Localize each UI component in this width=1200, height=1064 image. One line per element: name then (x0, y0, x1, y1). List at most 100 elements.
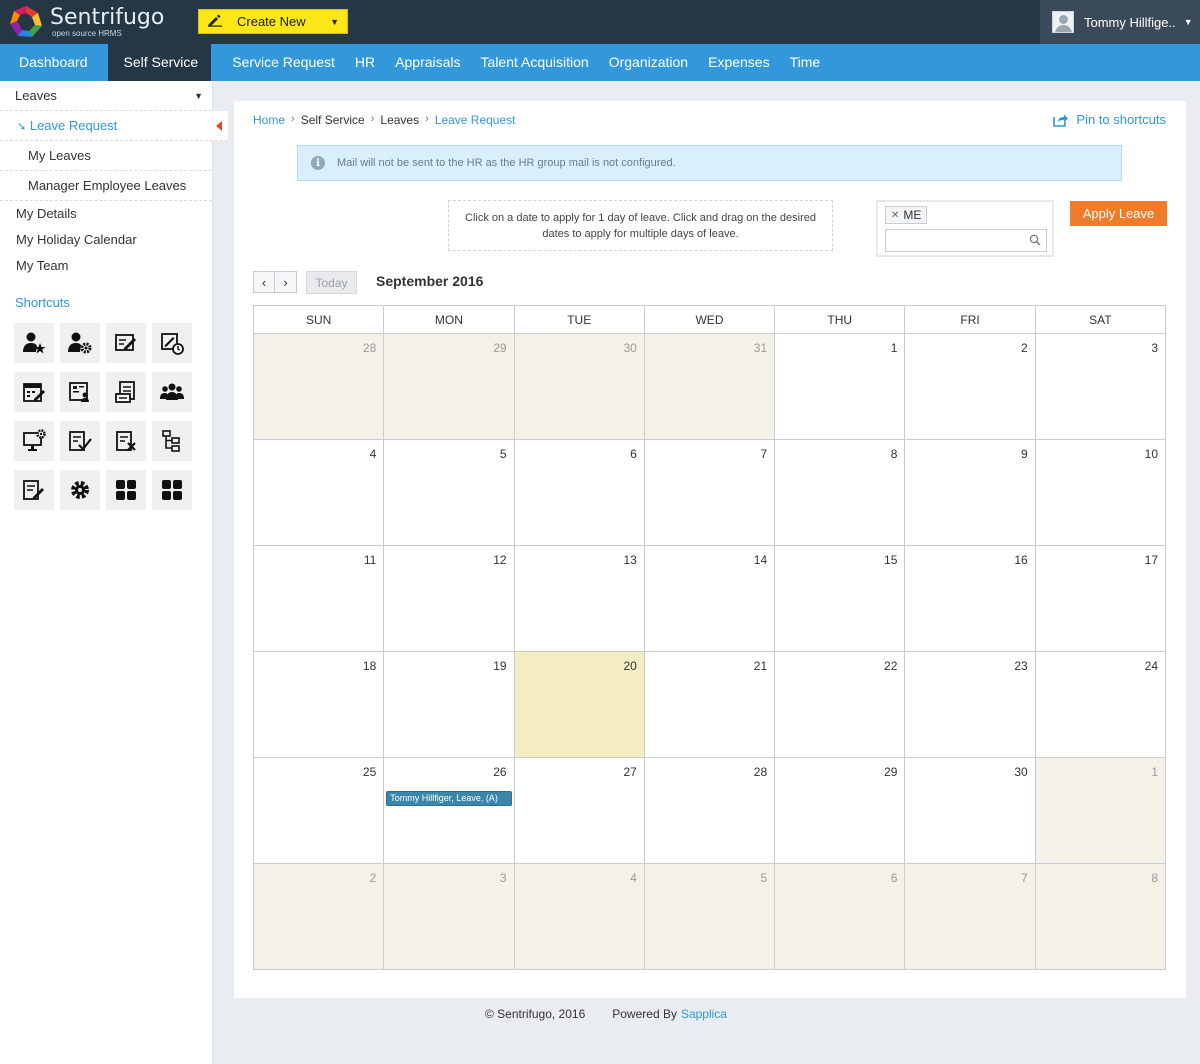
sidebar-item-my-details[interactable]: My Details (0, 201, 212, 227)
calendar-day-cell[interactable]: 29 (774, 757, 906, 864)
calendar-day-cell[interactable]: 30 (513, 333, 645, 440)
calendar-day-cell[interactable]: 9 (904, 439, 1036, 546)
today-button[interactable]: Today (306, 271, 357, 294)
calendar-day-cell[interactable]: 28 (252, 333, 385, 440)
day-number: 8 (890, 447, 898, 461)
sidebar-item-my-team[interactable]: My Team (0, 253, 212, 279)
calendar-day-cell[interactable]: 28 (643, 757, 776, 864)
weekday-header: THU (774, 305, 906, 334)
calendar-day-cell[interactable]: 26 Tommy Hillfiger, Leave, (A) (383, 757, 515, 864)
logo-icon (10, 6, 42, 37)
calendar-day-cell[interactable]: 3 (1034, 333, 1167, 440)
calendar-day-cell[interactable]: 6 (513, 439, 645, 546)
weekday-header: FRI (904, 305, 1036, 334)
nav-self-service[interactable]: Self Service (107, 44, 212, 81)
calendar-day-cell[interactable]: 5 (383, 439, 515, 546)
calendar-day-cell[interactable]: 20 (513, 651, 645, 758)
sidebar-section-leaves[interactable]: Leaves ▼ (0, 81, 212, 111)
nav-talent-acquisition[interactable]: Talent Acquisition (471, 44, 599, 81)
calendar-day-cell[interactable]: 29 (383, 333, 515, 440)
shortcut-button[interactable] (106, 470, 146, 510)
shortcut-button[interactable] (152, 372, 192, 412)
breadcrumb-leaves[interactable]: Leaves (380, 113, 419, 127)
calendar-day-cell[interactable]: 7 (643, 439, 776, 546)
calendar-day-cell[interactable]: 4 (513, 863, 645, 970)
breadcrumb-home[interactable]: Home (253, 113, 285, 127)
calendar-day-cell[interactable]: 13 (513, 545, 645, 652)
shortcut-button[interactable] (106, 323, 146, 363)
pin-to-shortcuts-link[interactable]: Pin to shortcuts (1053, 112, 1166, 127)
top-bar: Sentrifugo open source HRMS Create New ▼… (0, 0, 1200, 44)
calendar-day-cell[interactable]: 14 (643, 545, 776, 652)
calendar-day-cell[interactable]: 27 (513, 757, 645, 864)
nav-service-request[interactable]: Service Request (211, 44, 345, 81)
calendar-day-cell[interactable]: 7 (904, 863, 1036, 970)
shortcut-button[interactable] (152, 323, 192, 363)
calendar-day-cell[interactable]: 2 (252, 863, 385, 970)
calendar-day-cell[interactable]: 12 (383, 545, 515, 652)
calendar-day-cell[interactable]: 8 (1034, 863, 1167, 970)
leave-event[interactable]: Tommy Hillfiger, Leave, (A) (386, 791, 512, 806)
nav-hr[interactable]: HR (345, 44, 385, 81)
remove-tag-icon[interactable]: ✕ (891, 210, 899, 221)
apply-leave-button[interactable]: Apply Leave (1070, 201, 1167, 226)
calendar-day-cell[interactable]: 18 (252, 651, 385, 758)
shortcut-button[interactable] (152, 421, 192, 461)
sidebar-item-my-leaves[interactable]: My Leaves (0, 141, 212, 171)
nav-time[interactable]: Time (780, 44, 831, 81)
create-new-button[interactable]: Create New ▼ (198, 9, 348, 34)
calendar-day-cell[interactable]: 1 (1034, 757, 1167, 864)
breadcrumb-current: Leave Request (434, 113, 516, 127)
shortcut-button[interactable] (152, 470, 192, 510)
calendar-day-cell[interactable]: 3 (383, 863, 515, 970)
shortcut-button[interactable] (14, 323, 54, 363)
weekday-header: WED (643, 305, 776, 334)
shortcut-button[interactable] (60, 470, 100, 510)
sidebar-item-manager-employee-leaves[interactable]: Manager Employee Leaves (0, 171, 212, 201)
shortcut-button[interactable] (60, 323, 100, 363)
calendar-day-cell[interactable]: 8 (774, 439, 906, 546)
calendar-day-cell[interactable]: 30 (904, 757, 1036, 864)
shortcut-button[interactable] (14, 421, 54, 461)
prev-month-button[interactable]: ‹ (253, 271, 275, 293)
next-month-button[interactable]: › (275, 271, 297, 293)
nav-appraisals[interactable]: Appraisals (385, 44, 470, 81)
day-number: 5 (760, 871, 768, 885)
calendar-day-cell[interactable]: 21 (643, 651, 776, 758)
calendar-day-cell[interactable]: 1 (774, 333, 906, 440)
nav-organization[interactable]: Organization (599, 44, 698, 81)
nav-dashboard[interactable]: Dashboard (0, 44, 108, 81)
calendar-day-cell[interactable]: 22 (774, 651, 906, 758)
grid-icon (162, 480, 182, 500)
calendar-week-row: 4 5 6 7 8 9 10 (252, 439, 1167, 546)
shortcut-button[interactable] (60, 372, 100, 412)
shortcut-button[interactable] (106, 372, 146, 412)
breadcrumb-self-service[interactable]: Self Service (301, 113, 365, 127)
calendar-day-cell[interactable]: 4 (252, 439, 385, 546)
footer-link[interactable]: Sapplica (681, 1007, 727, 1021)
user-menu[interactable]: Tommy Hillfige.. ▼ (1040, 0, 1200, 44)
shortcut-button[interactable] (106, 421, 146, 461)
shortcut-button[interactable] (60, 421, 100, 461)
calendar-day-cell[interactable]: 23 (904, 651, 1036, 758)
calendar-day-cell[interactable]: 24 (1034, 651, 1167, 758)
calendar-day-cell[interactable]: 15 (774, 545, 906, 652)
calendar-day-cell[interactable]: 17 (1034, 545, 1167, 652)
nav-expenses[interactable]: Expenses (698, 44, 779, 81)
calendar-day-cell[interactable]: 16 (904, 545, 1036, 652)
shortcut-button[interactable] (14, 372, 54, 412)
calendar-day-cell[interactable]: 10 (1034, 439, 1167, 546)
calendar-day-cell[interactable]: 5 (643, 863, 776, 970)
calendar-day-cell[interactable]: 19 (383, 651, 515, 758)
calendar-day-cell[interactable]: 25 (252, 757, 385, 864)
calendar-day-cell[interactable]: 11 (252, 545, 385, 652)
shortcut-button[interactable] (14, 470, 54, 510)
calendar-day-cell[interactable]: 31 (643, 333, 776, 440)
sidebar-item-my-holiday-calendar[interactable]: My Holiday Calendar (0, 227, 212, 253)
chevron-down-icon: ▼ (1183, 17, 1193, 27)
calendar-day-cell[interactable]: 2 (904, 333, 1036, 440)
employee-search-input[interactable] (885, 229, 1047, 252)
sidebar-item-leave-request[interactable]: ➘ Leave Request (0, 111, 228, 141)
logo[interactable]: Sentrifugo open source HRMS (8, 4, 164, 40)
calendar-day-cell[interactable]: 6 (774, 863, 906, 970)
